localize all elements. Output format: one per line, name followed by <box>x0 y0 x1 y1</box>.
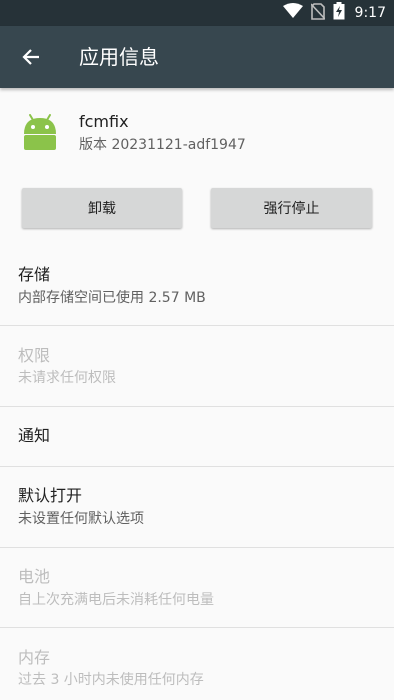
pref-summary: 未请求任何权限 <box>18 370 116 386</box>
clock: 9:17 <box>354 5 386 21</box>
wifi-icon <box>282 3 303 23</box>
android-app-icon <box>24 114 56 150</box>
back-button[interactable] <box>12 38 50 76</box>
pref-title: 内存 <box>18 648 51 667</box>
pref-title: 权限 <box>18 346 51 365</box>
pref-memory[interactable]: 内存 过去 3 小时内未使用任何内存 <box>0 628 394 700</box>
pref-summary: 自上次充满电后未消耗任何电量 <box>18 592 214 608</box>
pref-permissions[interactable]: 权限 未请求任何权限 <box>0 326 394 406</box>
status-icons: 9:17 <box>282 0 386 26</box>
force-stop-button[interactable]: 强行停止 <box>211 188 372 228</box>
uninstall-button[interactable]: 卸载 <box>22 188 182 228</box>
arrow-back-icon <box>22 49 39 65</box>
pref-title: 存储 <box>18 265 51 284</box>
pref-title: 通知 <box>18 426 51 445</box>
page-title: 应用信息 <box>79 45 159 69</box>
pref-summary: 内部存储空间已使用 2.57 MB <box>18 290 206 306</box>
pref-summary: 过去 3 小时内未使用任何内存 <box>18 672 204 688</box>
pref-storage[interactable]: 存储 内部存储空间已使用 2.57 MB <box>0 246 394 326</box>
no-sim-icon <box>309 2 326 24</box>
pref-open-by-default[interactable]: 默认打开 未设置任何默认选项 <box>0 467 394 547</box>
battery-charging-icon <box>333 2 345 24</box>
app-bar: 应用信息 <box>0 26 394 88</box>
pref-title: 电池 <box>18 567 51 586</box>
app-header: fcmfix 版本 20231121-adf1947 <box>0 88 394 176</box>
app-name: fcmfix <box>79 112 129 131</box>
pref-battery[interactable]: 电池 自上次充满电后未消耗任何电量 <box>0 548 394 628</box>
pref-summary: 未设置任何默认选项 <box>18 511 144 527</box>
app-version: 版本 20231121-adf1947 <box>79 137 246 153</box>
pref-title: 默认打开 <box>18 486 83 505</box>
status-bar: 9:17 <box>0 0 394 26</box>
pref-notifications[interactable]: 通知 <box>0 407 394 466</box>
